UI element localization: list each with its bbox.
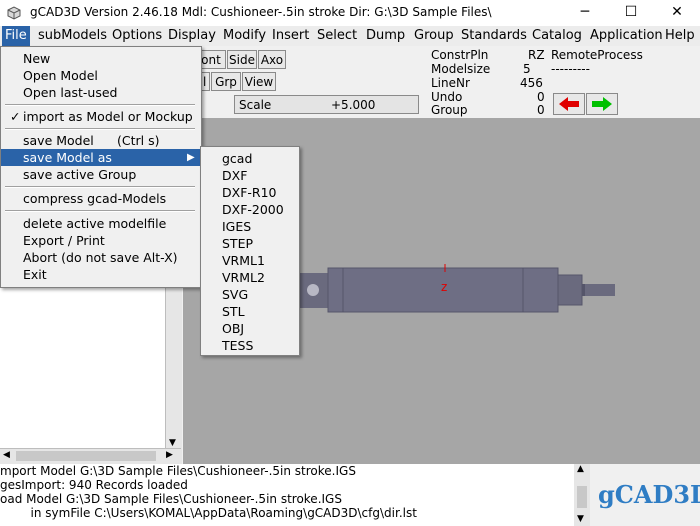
modelsize-label: Modelsize	[431, 62, 491, 76]
scroll-thumb[interactable]	[16, 451, 156, 461]
modelsize-value: 5	[523, 62, 531, 76]
linenr-label: LineNr	[431, 76, 470, 90]
save-as-dxf-2000[interactable]: DXF-2000	[201, 201, 299, 218]
left-panel-horizontal-scrollbar[interactable]: ◀ ▶	[0, 448, 181, 465]
save-as-dxf[interactable]: DXF	[201, 167, 299, 184]
menu-separator	[5, 210, 195, 212]
z-axis-label: z	[441, 280, 448, 294]
console-line: oad Model G:\3D Sample Files\Cushioneer-…	[0, 492, 342, 506]
menu-item-abort[interactable]: Abort (do not save Alt-X)	[1, 249, 201, 266]
scroll-right-icon[interactable]: ▶	[166, 450, 173, 460]
menu-options[interactable]: Options	[109, 26, 165, 46]
menu-item-export-print[interactable]: Export / Print	[1, 232, 201, 249]
save-as-tess[interactable]: TESS	[201, 337, 299, 354]
menu-display[interactable]: Display	[165, 26, 219, 46]
undo-arrow-button[interactable]	[553, 93, 585, 115]
menu-dump[interactable]: Dump	[363, 26, 408, 46]
app-logo: gCAD3D	[590, 464, 700, 526]
scale-value: +5.000	[331, 98, 376, 112]
logo-text: gCAD3D	[598, 480, 700, 509]
console-scroll-thumb[interactable]	[577, 486, 587, 508]
menu-bar: File subModels Options Display Modify In…	[0, 26, 700, 46]
close-button[interactable]: ✕	[654, 0, 700, 26]
group-value: 0	[537, 103, 545, 117]
save-as-step[interactable]: STEP	[201, 235, 299, 252]
undo-label: Undo	[431, 90, 463, 104]
scale-label: Scale	[239, 98, 272, 112]
constrpln-value: RZ	[528, 48, 545, 62]
save-as-gcad[interactable]: gcad	[201, 150, 299, 167]
menu-item-open-model[interactable]: Open Model	[1, 67, 201, 84]
menu-modify[interactable]: Modify	[220, 26, 269, 46]
scroll-down-icon[interactable]: ▼	[169, 438, 176, 448]
view-button[interactable]: View	[242, 72, 276, 91]
remote-process-value: ---------	[551, 62, 590, 76]
scale-field[interactable]: Scale +5.000	[234, 95, 419, 114]
menu-item-new[interactable]: New	[1, 50, 201, 67]
view-side-button[interactable]: Side	[227, 50, 257, 69]
save-as-svg[interactable]: SVG	[201, 286, 299, 303]
menu-item-import-model[interactable]: ✓ import as Model or Mockup	[1, 108, 201, 125]
save-as-submenu: gcad DXF DXF-R10 DXF-2000 IGES STEP VRML…	[200, 146, 300, 356]
menu-item-save-model[interactable]: save Model (Ctrl s)	[1, 132, 201, 149]
menu-item-exit[interactable]: Exit	[1, 266, 201, 283]
constrpln-label: ConstrPln	[431, 48, 489, 62]
menu-file[interactable]: File	[2, 26, 30, 46]
undo-value: 0	[537, 90, 545, 104]
save-as-vrml2[interactable]: VRML2	[201, 269, 299, 286]
save-as-stl[interactable]: STL	[201, 303, 299, 320]
checkmark-icon: ✓	[10, 109, 21, 124]
menu-separator	[5, 104, 195, 106]
submenu-arrow-icon: ▶	[187, 152, 195, 163]
menu-separator	[5, 186, 195, 188]
group-label: Group	[431, 103, 468, 117]
menu-select[interactable]: Select	[314, 26, 360, 46]
file-menu-dropdown: New Open Model Open last-used ✓ import a…	[0, 46, 202, 288]
menu-item-save-active-group[interactable]: save active Group	[1, 166, 201, 183]
view-axo-button[interactable]: Axo	[258, 50, 286, 69]
redo-arrow-button[interactable]	[586, 93, 618, 115]
menu-separator	[5, 128, 195, 130]
console-line: gesImport: 940 Records loaded	[0, 478, 188, 492]
menu-catalog[interactable]: Catalog	[529, 26, 585, 46]
save-as-obj[interactable]: OBJ	[201, 320, 299, 337]
scroll-left-icon[interactable]: ◀	[3, 450, 10, 460]
menu-item-save-model-as[interactable]: save Model as ▶	[1, 149, 201, 166]
arrow-right-icon	[592, 97, 612, 111]
menu-help[interactable]: Help	[662, 26, 698, 46]
console-scrollbar[interactable]: ▲ ▼	[574, 464, 590, 526]
arrow-left-icon	[559, 97, 579, 111]
menu-submodels[interactable]: subModels	[35, 26, 110, 46]
save-as-iges[interactable]: IGES	[201, 218, 299, 235]
linenr-value: 456	[520, 76, 543, 90]
menu-insert[interactable]: Insert	[269, 26, 312, 46]
save-as-vrml1[interactable]: VRML1	[201, 252, 299, 269]
console-line: in symFile C:\Users\KOMAL\AppData\Roamin…	[0, 506, 417, 520]
menu-group[interactable]: Group	[411, 26, 457, 46]
app-icon	[7, 6, 21, 20]
scroll-up-icon[interactable]: ▲	[577, 464, 584, 474]
title-bar: gCAD3D Version 2.46.18 Mdl: Cushioneer-.…	[0, 0, 700, 26]
scroll-down-icon[interactable]: ▼	[577, 514, 584, 524]
menu-item-compress-models[interactable]: compress gcad-Models	[1, 190, 201, 207]
minimize-button[interactable]: ─	[562, 0, 608, 26]
message-console: mport Model G:\3D Sample Files\Cushionee…	[0, 464, 574, 526]
menu-application[interactable]: Application	[587, 26, 666, 46]
console-line: mport Model G:\3D Sample Files\Cushionee…	[0, 464, 356, 478]
menu-item-open-last-used[interactable]: Open last-used	[1, 84, 201, 101]
menu-standards[interactable]: Standards	[458, 26, 530, 46]
menu-item-delete-modelfile[interactable]: delete active modelfile	[1, 215, 201, 232]
group-button[interactable]: Grp	[211, 72, 241, 91]
remote-process-label: RemoteProcess	[551, 48, 643, 62]
window-title: gCAD3D Version 2.46.18 Mdl: Cushioneer-.…	[30, 5, 492, 19]
save-as-dxf-r10[interactable]: DXF-R10	[201, 184, 299, 201]
maximize-button[interactable]: ☐	[608, 0, 654, 26]
